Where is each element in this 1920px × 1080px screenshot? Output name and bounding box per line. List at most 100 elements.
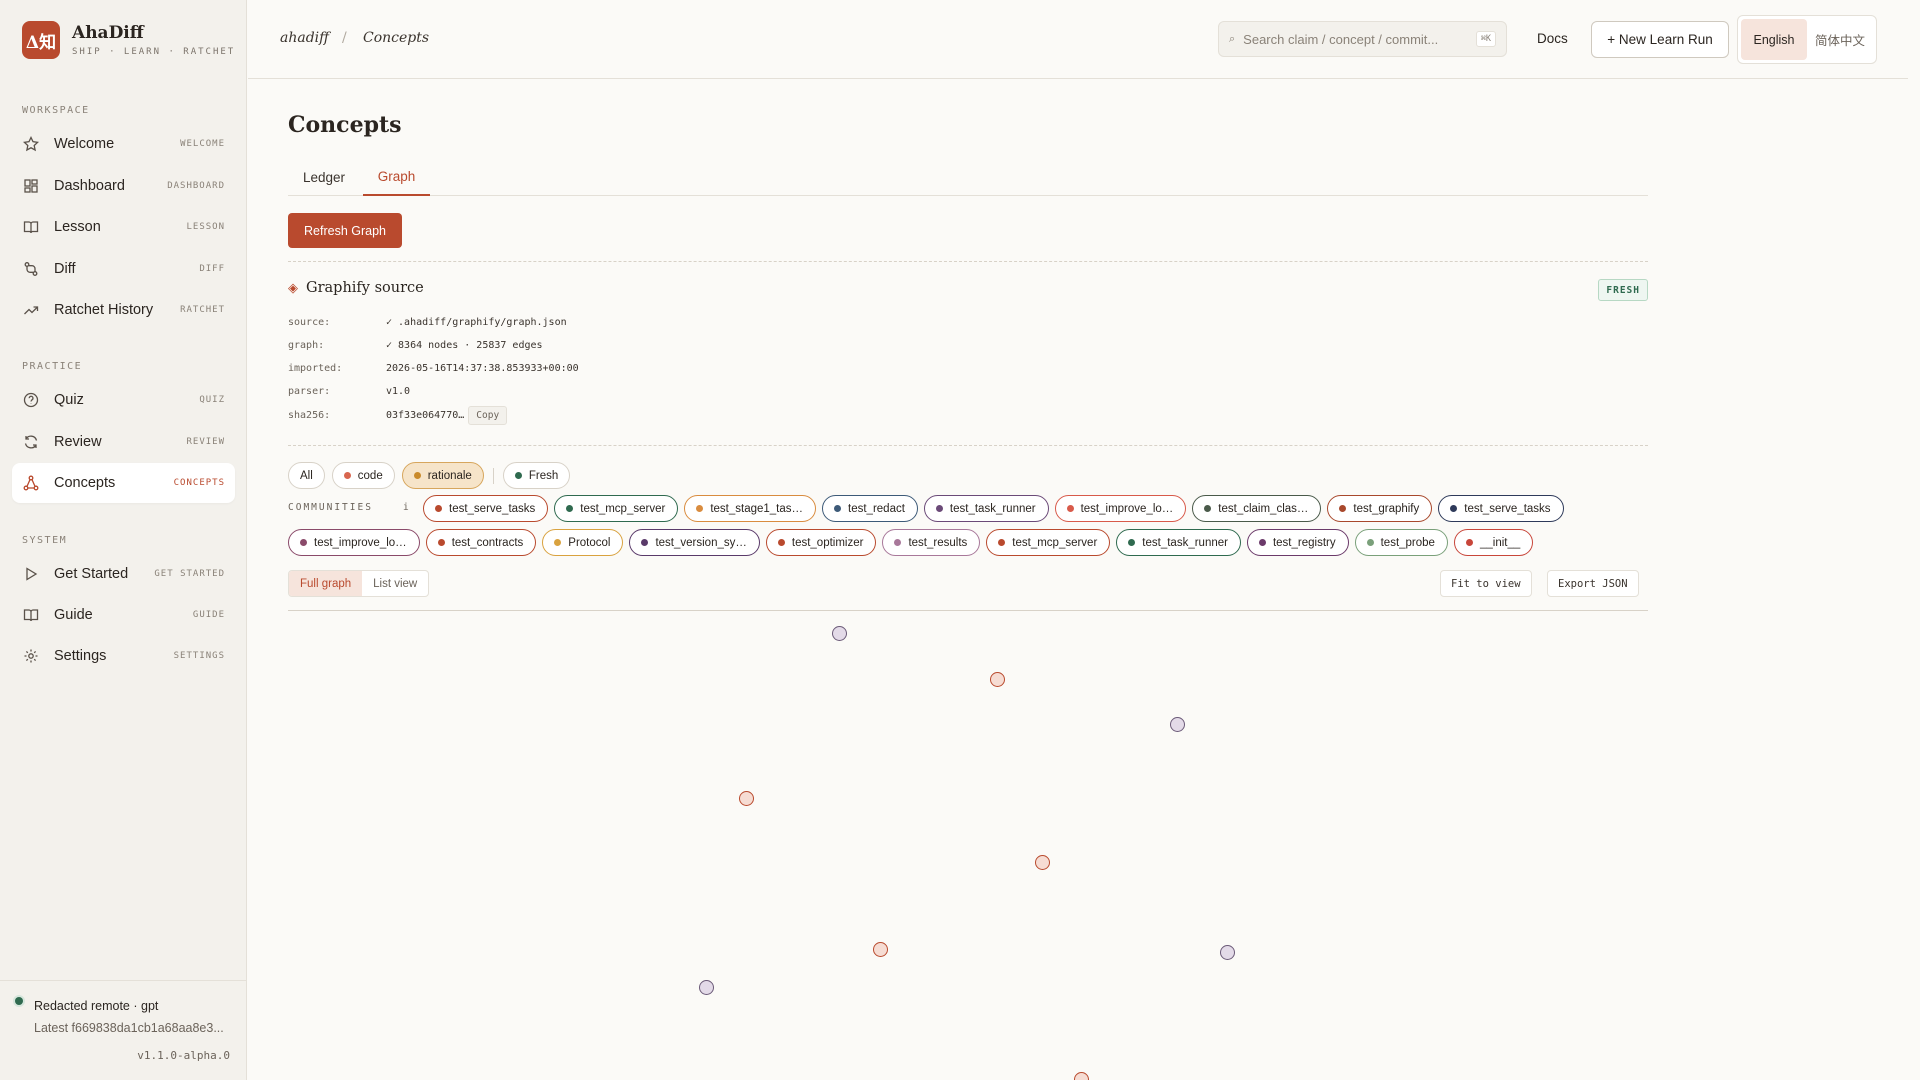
brand-tagline: SHIP · LEARN · RATCHET [72,47,236,57]
tab-bar: Ledger Graph [288,159,1648,196]
graph-node[interactable] [1220,945,1235,960]
dot-icon [1339,505,1347,512]
community-chip[interactable]: test_probe [1354,529,1448,556]
graph-node[interactable] [1074,1072,1089,1080]
community-chip[interactable]: test_graphify [1327,495,1433,522]
list-view-button[interactable]: List view [362,571,428,596]
breadcrumb-current: Concepts [363,30,430,46]
community-label: test_task_runner [949,502,1036,515]
breadcrumb-root[interactable]: ahadiff [280,30,329,46]
brand[interactable]: Δ知 AhaDiff SHIP · LEARN · RATCHET [22,21,235,59]
info-icon[interactable]: i [403,502,409,513]
dot-icon [1204,505,1212,512]
dot-icon [554,539,562,546]
community-chip[interactable]: __init__ [1453,529,1534,556]
community-label: test_task_runner [1142,536,1228,549]
community-chip[interactable]: test_version_sy… [629,529,760,556]
community-chip[interactable]: test_task_runner [1116,529,1241,556]
filter-rationale[interactable]: rationale [401,462,484,489]
export-json-button[interactable]: Export JSON [1547,570,1639,597]
dot-icon [894,539,902,546]
community-chip[interactable]: test_stage1_tas… [684,495,817,522]
meta-value: ✓ 8364 nodes · 25837 edges [386,340,543,351]
diamond-icon: ◈ [288,280,298,295]
dot-icon [435,505,442,512]
community-chip[interactable]: test_contracts [425,529,537,556]
meta-row-source: source: ✓ .ahadiff/graphify/graph.json [288,317,567,328]
dot-icon [1366,539,1374,546]
copy-sha-button[interactable]: Copy [468,406,508,425]
sidebar-item-key: SETTINGS [173,651,225,661]
graph-node[interactable] [1170,717,1185,732]
fit-to-view-button[interactable]: Fit to view [1440,570,1532,597]
community-chip[interactable]: test_mcp_server [554,495,679,522]
meta-key: graph: [288,340,325,351]
full-graph-button[interactable]: Full graph [289,571,363,596]
communities-label: COMMUNITIES [288,502,373,513]
meta-key: source: [288,317,331,328]
sidebar-item-key: QUIZ [199,395,225,405]
search-input[interactable]: ⌕ Search claim / concept / commit... ⌘K [1218,21,1507,57]
sidebar-item-get-started[interactable]: Get Started GET STARTED [12,554,235,594]
sidebar-item-welcome[interactable]: Welcome WELCOME [12,124,235,164]
graph-node[interactable] [699,980,714,995]
divider [288,261,1648,262]
filter-fresh[interactable]: Fresh [502,462,571,489]
sidebar-item-diff[interactable]: Diff DIFF [12,249,235,289]
community-chip[interactable]: test_improve_lo… [1054,495,1187,522]
docs-link[interactable]: Docs [1537,31,1568,46]
meta-row-imported: imported: 2026-05-16T14:37:38.853933+00:… [288,363,579,374]
community-chip[interactable]: Protocol [542,529,624,556]
sidebar-item-ratchet-history[interactable]: Ratchet History RATCHET [12,290,235,330]
community-chip[interactable]: test_claim_clas… [1192,495,1322,522]
sidebar-item-key: REVIEW [186,437,225,447]
community-chip[interactable]: test_optimizer [765,529,877,556]
remote-name[interactable]: Redacted remote · gpt [34,999,158,1013]
sidebar-item-dashboard[interactable]: Dashboard DASHBOARD [12,166,235,206]
graph-node[interactable] [739,791,754,806]
sidebar-item-key: WELCOME [180,139,225,149]
sidebar-item-review[interactable]: Review REVIEW [12,422,235,462]
graph-node[interactable] [990,672,1005,687]
search-icon: ⌕ [1229,32,1236,45]
lang-chinese-button[interactable]: 简体中文 [1807,19,1873,60]
lang-english-button[interactable]: English [1741,19,1807,60]
community-label: test_mcp_server [1012,536,1098,549]
community-chip[interactable]: test_mcp_server [986,529,1111,556]
graph-node[interactable] [832,626,847,641]
community-chip[interactable]: test_task_runner [923,495,1049,522]
sidebar-item-guide[interactable]: Guide GUIDE [12,595,235,635]
graph-node[interactable] [873,942,888,957]
community-chip[interactable]: test_redact [822,495,918,522]
sidebar-item-concepts[interactable]: Concepts CONCEPTS [12,463,235,503]
community-chip[interactable]: test_results [882,529,981,556]
sidebar-item-lesson[interactable]: Lesson LESSON [12,207,235,247]
tab-graph[interactable]: Graph [363,159,430,196]
filter-code[interactable]: code [331,462,395,489]
filter-all[interactable]: All [288,462,325,489]
community-chip[interactable]: test_registry [1246,529,1349,556]
dot-icon [343,472,351,479]
sidebar-item-settings[interactable]: Settings SETTINGS [12,636,235,676]
refresh-graph-button[interactable]: Refresh Graph [288,213,402,248]
community-chip[interactable]: test_serve_tasks [423,495,549,522]
sidebar-item-quiz[interactable]: Quiz QUIZ [12,380,235,420]
community-chip[interactable]: test_improve_lo… [288,529,420,556]
sidebar-item-key: LESSON [186,222,225,232]
dot-icon [300,539,307,546]
page-scrollbar[interactable] [1908,0,1920,1080]
new-learn-run-button[interactable]: + New Learn Run [1591,21,1729,58]
topbar: ahadiff / Concepts ⌕ Search claim / conc… [248,0,1920,79]
filter-label: All [300,469,313,482]
meta-value: 03f33e064770… [386,410,465,421]
tab-ledger[interactable]: Ledger [288,159,360,196]
graph-node[interactable] [1035,855,1050,870]
sidebar-item-label: Welcome [54,136,115,152]
community-label: test_mcp_server [580,502,666,515]
community-label: test_registry [1272,536,1336,549]
dot-icon [437,539,445,546]
graph-canvas[interactable] [288,611,1648,1080]
community-chip[interactable]: test_serve_tasks [1438,495,1564,522]
community-label: test_probe [1380,536,1435,549]
remote-latest-commit: Latest f669838da1cb1a68aa8e3... [34,1021,224,1035]
